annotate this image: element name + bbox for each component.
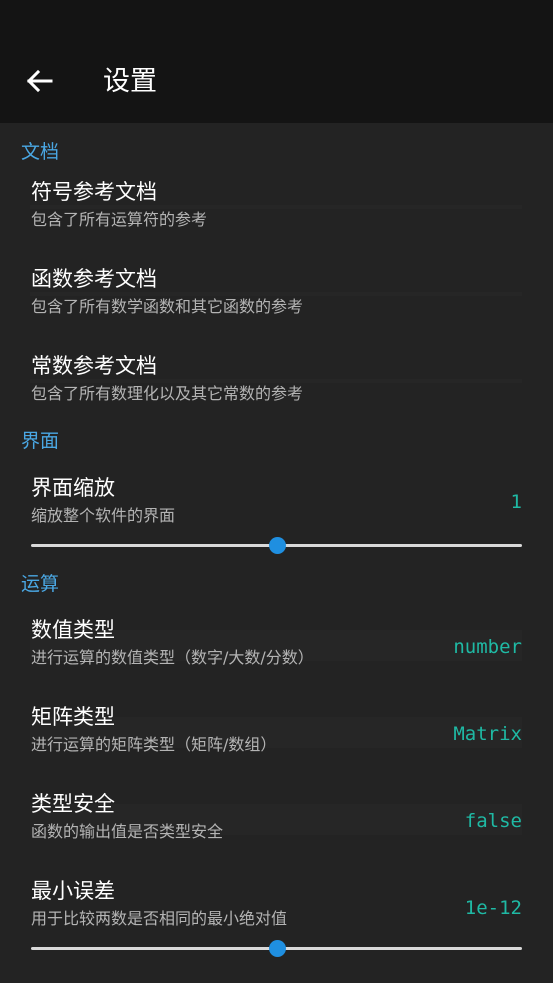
pref-ui-scale[interactable]: 界面缩放 缩放整个软件的界面 1 xyxy=(0,468,553,562)
pref-matrix-type[interactable]: 矩阵类型 进行运算的矩阵类型（矩阵/数组） Matrix xyxy=(0,697,553,777)
epsilon-slider[interactable] xyxy=(31,937,522,961)
pref-value: number xyxy=(453,636,522,658)
pref-summary: 用于比较两数是否相同的最小绝对值 xyxy=(31,909,288,928)
page-title: 设置 xyxy=(103,66,157,97)
pref-summary: 进行运算的数值类型（数字/大数/分数） xyxy=(31,648,314,667)
pref-summary: 函数的输出值是否类型安全 xyxy=(31,822,224,841)
arrow-left-icon xyxy=(26,69,53,93)
pref-value: Matrix xyxy=(453,723,522,745)
pref-summary: 缩放整个软件的界面 xyxy=(31,506,176,525)
pref-title: 数值类型 xyxy=(31,618,115,642)
pref-number-type[interactable]: 数值类型 进行运算的数值类型（数字/大数/分数） number xyxy=(0,610,553,690)
pref-symbol-docs[interactable]: 符号参考文档 包含了所有运算符的参考 xyxy=(0,172,553,252)
pref-epsilon[interactable]: 最小误差 用于比较两数是否相同的最小绝对值 1e-12 xyxy=(0,871,553,971)
pref-type-safe[interactable]: 类型安全 函数的输出值是否类型安全 false xyxy=(0,784,553,864)
pref-value: 1 xyxy=(510,491,522,513)
pref-title: 常数参考文档 xyxy=(31,354,157,378)
section-header-ui: 界面 xyxy=(21,430,60,452)
pref-title: 最小误差 xyxy=(31,879,115,903)
pref-title: 矩阵类型 xyxy=(31,705,115,729)
pref-title: 函数参考文档 xyxy=(31,267,157,291)
pref-constant-docs[interactable]: 常数参考文档 包含了所有数理化以及其它常数的参考 xyxy=(0,346,553,426)
pref-title: 类型安全 xyxy=(31,792,115,816)
pref-summary: 进行运算的矩阵类型（矩阵/数组） xyxy=(31,735,277,754)
app-bar: 设置 xyxy=(0,40,553,123)
slider-thumb[interactable] xyxy=(268,537,286,554)
pref-value: 1e-12 xyxy=(464,897,522,919)
pref-summary: 包含了所有数学函数和其它函数的参考 xyxy=(31,297,304,316)
pref-function-docs[interactable]: 函数参考文档 包含了所有数学函数和其它函数的参考 xyxy=(0,259,553,339)
status-bar xyxy=(0,0,553,40)
pref-title: 界面缩放 xyxy=(31,476,115,500)
slider-thumb[interactable] xyxy=(268,940,286,957)
section-header-docs: 文档 xyxy=(21,141,60,163)
pref-summary: 包含了所有数理化以及其它常数的参考 xyxy=(31,384,304,403)
pref-title: 符号参考文档 xyxy=(31,180,157,204)
section-header-calc: 运算 xyxy=(21,573,60,595)
ui-scale-slider[interactable] xyxy=(31,534,522,558)
pref-summary: 包含了所有运算符的参考 xyxy=(31,210,208,229)
back-button[interactable] xyxy=(14,56,64,106)
pref-value: false xyxy=(464,810,522,832)
